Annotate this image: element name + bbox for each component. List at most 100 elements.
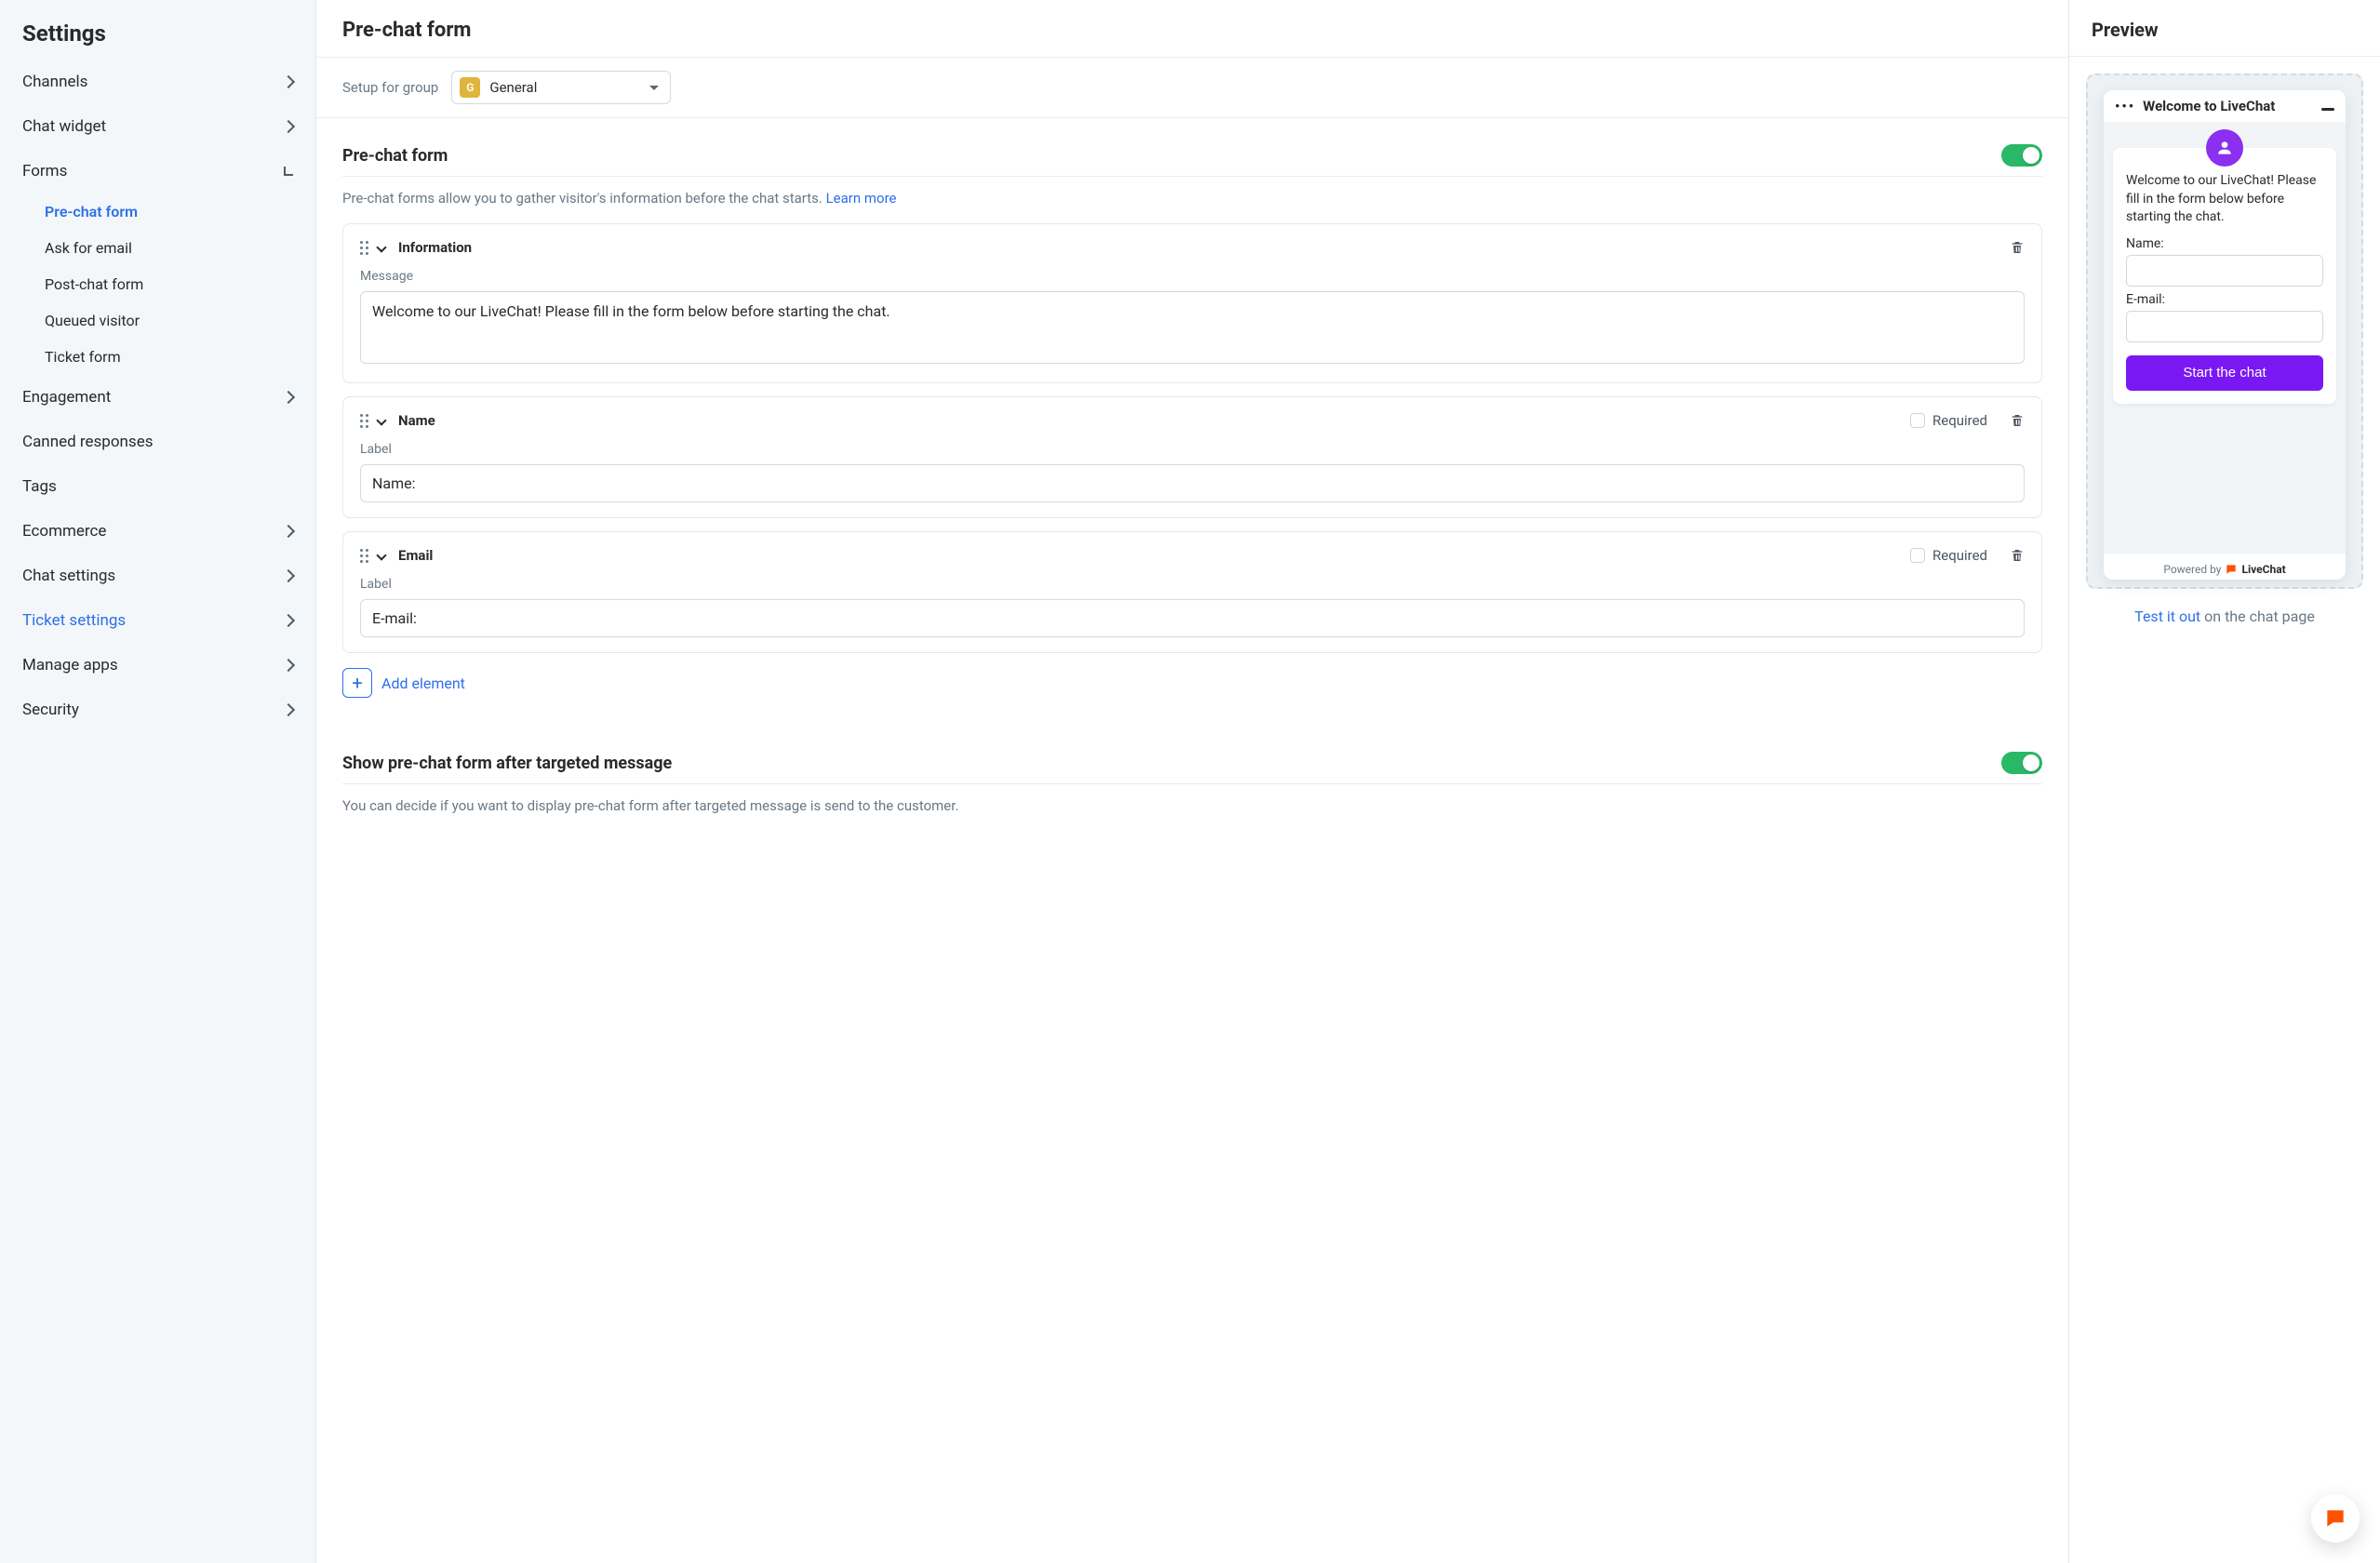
card-title: Name [398, 412, 435, 429]
sidebar-item-chat-settings[interactable]: Chat settings [0, 554, 315, 598]
required-checkbox[interactable] [1910, 548, 1925, 563]
prechat-toggle[interactable] [2001, 144, 2042, 167]
preview-cta: Test it out on the chat page [2086, 589, 2363, 625]
sidebar-item-chat-widget[interactable]: Chat widget [0, 104, 315, 149]
card-information: Information Message [342, 223, 2042, 383]
preview-chat-widget: ••• Welcome to LiveChat Welcome to our L… [2104, 90, 2346, 580]
sidebar-item-engagement[interactable]: Engagement [0, 375, 315, 420]
sidebar-item-label: Channels [22, 73, 87, 91]
chevron-down-icon[interactable] [376, 415, 386, 425]
field-label: Label [360, 577, 2025, 592]
chevron-right-icon [282, 614, 295, 627]
add-element-label[interactable]: Add element [381, 675, 465, 692]
required-checkbox[interactable] [1910, 413, 1925, 428]
section-prechat-form: Pre-chat form Pre-chat forms allow you t… [316, 118, 2068, 715]
preview-message: Welcome to our LiveChat! Please fill in … [2126, 172, 2323, 227]
group-row: Setup for group G General [316, 58, 2068, 118]
ellipsis-icon: ••• [2115, 98, 2135, 114]
drag-handle-icon[interactable] [360, 241, 368, 255]
email-label-input[interactable] [360, 599, 2025, 637]
chevron-right-icon [282, 569, 295, 582]
group-select[interactable]: G General [451, 71, 671, 104]
chevron-right-icon [282, 525, 295, 538]
name-label-input[interactable] [360, 464, 2025, 502]
add-element-button[interactable]: + [342, 668, 372, 698]
sidebar-item-tags[interactable]: Tags [0, 464, 315, 509]
chevron-right-icon [282, 75, 295, 88]
group-badge: G [460, 77, 480, 98]
sidebar-item-label: Engagement [22, 388, 111, 407]
chevron-right-icon [282, 659, 295, 672]
sidebar-item-label: Ecommerce [22, 522, 106, 541]
sidebar-item-manage-apps[interactable]: Manage apps [0, 643, 315, 688]
drag-handle-icon[interactable] [360, 549, 368, 563]
chevron-right-icon [282, 391, 295, 404]
sidebar-sub-postchat-form[interactable]: Post-chat form [45, 266, 315, 302]
page-header: Pre-chat form [316, 0, 2068, 58]
avatar-icon [2206, 129, 2243, 167]
chevron-down-icon [284, 167, 293, 176]
field-label: Label [360, 442, 2025, 457]
preview-powered-by: Powered by LiveChat [2104, 553, 2346, 580]
preview-header: Preview [2069, 0, 2380, 57]
sidebar-item-forms[interactable]: Forms [0, 149, 315, 194]
sidebar-item-canned-responses[interactable]: Canned responses [0, 420, 315, 464]
preview-email-input [2126, 311, 2323, 342]
settings-sidebar: Settings Channels Chat widget Forms Pre-… [0, 0, 316, 1563]
field-label: Message [360, 269, 2025, 284]
required-label: Required [1932, 412, 1987, 429]
test-it-out-link[interactable]: Test it out [2134, 608, 2200, 625]
card-title: Email [398, 547, 433, 564]
preview-email-label: E-mail: [2126, 292, 2323, 307]
caret-down-icon [649, 86, 659, 90]
preview-column: Preview ••• Welcome to LiveChat [2069, 0, 2380, 1563]
section-help: Pre-chat forms allow you to gather visit… [342, 177, 2042, 223]
sidebar-sub-ticket-form[interactable]: Ticket form [45, 339, 315, 375]
chevron-down-icon[interactable] [376, 550, 386, 560]
section-after-targeted: Show pre-chat form after targeted messag… [316, 715, 2068, 849]
section-help: You can decide if you want to display pr… [342, 784, 2042, 831]
settings-title: Settings [0, 17, 315, 60]
drag-handle-icon[interactable] [360, 414, 368, 428]
preview-frame: ••• Welcome to LiveChat Welcome to our L… [2086, 73, 2363, 589]
sidebar-sub-prechat-form[interactable]: Pre-chat form [45, 194, 315, 230]
chevron-right-icon [282, 703, 295, 716]
section-title: Show pre-chat form after targeted messag… [342, 754, 672, 773]
group-name: General [489, 79, 640, 96]
sidebar-item-label: Security [22, 701, 79, 719]
preview-title: Preview [2092, 19, 2358, 41]
section-title: Pre-chat form [342, 146, 448, 166]
chat-fab[interactable] [2311, 1494, 2360, 1543]
message-textarea[interactable] [360, 291, 2025, 364]
sidebar-item-label: Chat settings [22, 567, 115, 585]
group-label: Setup for group [342, 79, 438, 96]
chevron-down-icon[interactable] [376, 242, 386, 252]
sidebar-sub-queued-visitor[interactable]: Queued visitor [45, 302, 315, 339]
main-column: Pre-chat form Setup for group G General … [316, 0, 2069, 1563]
sidebar-item-ticket-settings[interactable]: Ticket settings [0, 598, 315, 643]
sidebar-item-label: Chat widget [22, 117, 106, 136]
chevron-right-icon [282, 120, 295, 133]
sidebar-item-label: Ticket settings [22, 611, 126, 630]
learn-more-link[interactable]: Learn more [826, 190, 897, 207]
preview-start-chat-button: Start the chat [2126, 355, 2323, 391]
livechat-icon [2225, 563, 2238, 576]
card-title: Information [398, 239, 472, 256]
sidebar-sub-ask-email[interactable]: Ask for email [45, 230, 315, 266]
sidebar-item-label: Canned responses [22, 433, 154, 451]
trash-icon[interactable] [2010, 239, 2025, 256]
chat-title: Welcome to LiveChat [2143, 98, 2314, 114]
sidebar-item-security[interactable]: Security [0, 688, 315, 732]
card-name: Name Required Label [342, 396, 2042, 518]
trash-icon[interactable] [2010, 412, 2025, 429]
sidebar-item-ecommerce[interactable]: Ecommerce [0, 509, 315, 554]
sidebar-item-label: Forms [22, 162, 67, 180]
preview-name-input [2126, 255, 2323, 287]
preview-name-label: Name: [2126, 236, 2323, 251]
after-targeted-toggle[interactable] [2001, 752, 2042, 774]
minimize-icon [2321, 108, 2334, 111]
sidebar-item-label: Tags [22, 477, 57, 496]
sidebar-item-channels[interactable]: Channels [0, 60, 315, 104]
trash-icon[interactable] [2010, 547, 2025, 564]
page-title: Pre-chat form [342, 19, 2042, 42]
